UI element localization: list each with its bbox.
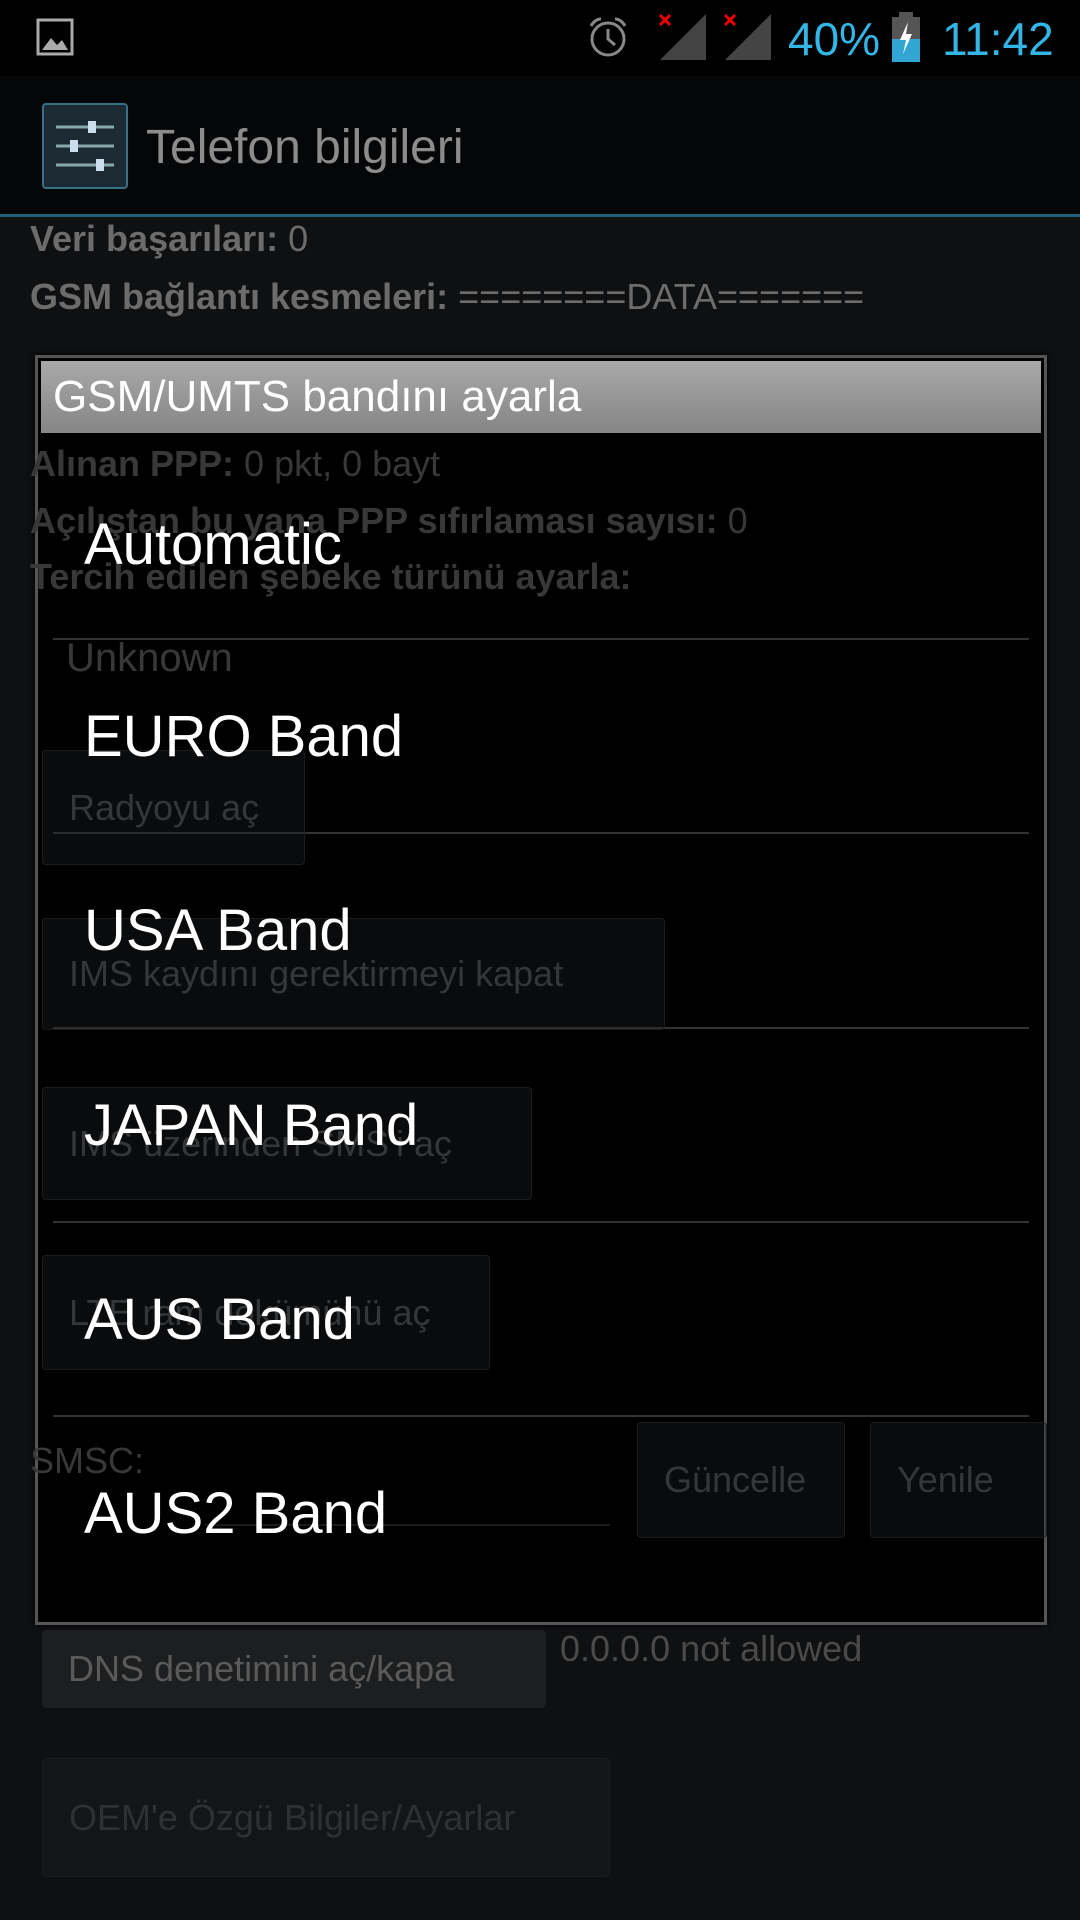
band-option-label[interactable]: Automatic — [84, 514, 342, 576]
alarm-icon — [589, 17, 627, 57]
page-title: Telefon bilgileri — [146, 121, 464, 174]
refresh-button[interactable]: Yenile — [870, 1422, 1047, 1538]
band-option-label[interactable]: AUS Band — [84, 1289, 355, 1351]
action-bar: Telefon bilgileri — [0, 76, 1080, 217]
dialog-title: GSM/UMTS bandını ayarla — [41, 361, 1041, 433]
battery-percent: 40% — [788, 13, 881, 65]
signal-no-service-icon — [658, 13, 706, 60]
band-option-label[interactable]: JAPAN Band — [84, 1095, 418, 1157]
oem-settings-button[interactable]: OEM'e Özgü Bilgiler/Ayarlar — [42, 1758, 610, 1877]
smsc-label: SMSC: — [30, 1440, 145, 1481]
band-option-aus[interactable]: AUS Band — [38, 1223, 1044, 1417]
gsm-disconnect-label: GSM bağlantı kesmeleri: — [30, 276, 449, 317]
dns-status: 0.0.0.0 not allowed — [560, 1628, 863, 1669]
gsm-disconnect-value: ========DATA======= — [458, 276, 865, 317]
data-success-label: Veri başarıları: — [30, 218, 279, 259]
band-option-label[interactable]: AUS2 Band — [84, 1483, 387, 1545]
ppp-received-value: 0 pkt, 0 bayt — [244, 443, 441, 484]
update-button[interactable]: Güncelle — [637, 1422, 845, 1538]
signal-no-service-icon — [723, 13, 771, 60]
preferred-network-spinner[interactable]: Unknown — [66, 636, 233, 681]
image-notification-icon — [36, 18, 74, 56]
settings-sliders-icon[interactable] — [42, 103, 128, 189]
dns-toggle-button[interactable]: DNS denetimini aç/kapa — [42, 1630, 546, 1708]
data-success-row: Veri başarıları: 0 — [30, 218, 308, 260]
ppp-reset-value: 0 — [727, 500, 748, 541]
ppp-received-label: Alınan PPP: — [30, 443, 235, 484]
band-option-label[interactable]: USA Band — [84, 900, 352, 962]
gsm-disconnect-row: GSM bağlantı kesmeleri: ========DATA====… — [30, 276, 864, 318]
battery-charging-icon — [892, 12, 920, 62]
clock: 11:42 — [942, 13, 1054, 65]
status-bar: 40% 11:42 — [0, 0, 1080, 76]
band-option-label[interactable]: EURO Band — [84, 706, 403, 768]
data-success-value: 0 — [288, 218, 309, 259]
ppp-received-row: Alınan PPP: 0 pkt, 0 bayt — [30, 443, 440, 485]
